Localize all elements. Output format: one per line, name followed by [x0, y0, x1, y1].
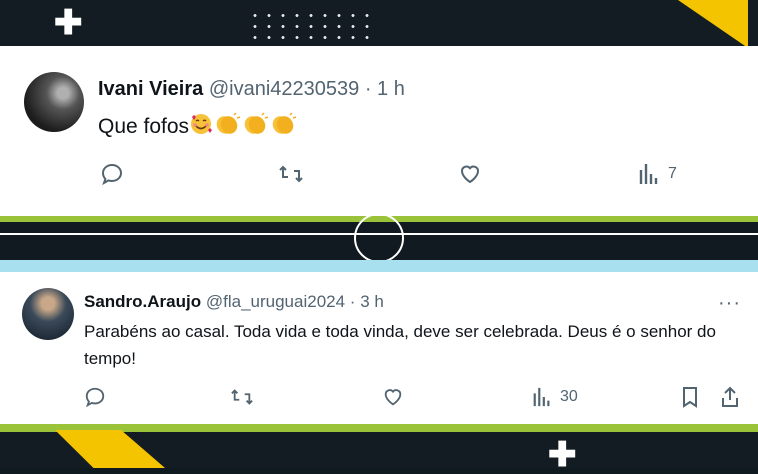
author-name[interactable]: Ivani Vieira [98, 78, 203, 100]
smiling-face-with-hearts-icon [189, 112, 213, 142]
separator-dot: · [349, 292, 356, 311]
clapping-hands-icon [241, 112, 269, 142]
repost-icon [279, 165, 303, 183]
timestamp[interactable]: 3 h [360, 292, 384, 311]
repost-button[interactable] [278, 162, 304, 186]
plus-decoration-bottom: ✚ [548, 436, 577, 474]
views-chart-icon [639, 164, 658, 184]
clapping-hands-icon [269, 112, 297, 142]
heart-icon [460, 165, 480, 184]
reply-button[interactable] [100, 162, 124, 186]
reply-icon [101, 163, 123, 186]
views-button[interactable]: 7 [638, 162, 677, 186]
repost-button[interactable] [230, 386, 254, 408]
dot-pattern [248, 10, 376, 44]
avatar[interactable] [22, 288, 74, 340]
heart-icon [384, 389, 402, 406]
clapping-hands-icon [213, 112, 241, 142]
timestamp[interactable]: 1 h [377, 78, 405, 100]
reply-icon [85, 387, 105, 408]
repost-icon [231, 389, 253, 405]
views-chart-icon [533, 387, 550, 407]
tweet-text: Que fofos [98, 112, 297, 142]
share-icon [722, 386, 738, 407]
bookmark-button[interactable] [680, 386, 700, 408]
tweet-header: Ivani Vieira @ivani42230539 · 1 h [98, 78, 405, 101]
author-handle[interactable]: @ivani42230539 [209, 78, 359, 100]
like-button[interactable] [382, 386, 404, 408]
more-options-button[interactable]: ··· [718, 292, 741, 315]
avatar[interactable] [24, 72, 84, 132]
tweet-header: Sandro.Araujo @fla_uruguai2024 · 3 h [84, 292, 384, 312]
separator-dot: · [364, 78, 372, 100]
plus-decoration: ✚ [54, 4, 83, 42]
background-top-strip [0, 0, 758, 48]
tweet-text: Parabéns ao casal. Toda vida e toda vind… [84, 322, 716, 368]
bookmark-icon [683, 387, 697, 408]
reply-button[interactable] [84, 386, 106, 408]
author-name[interactable]: Sandro.Araujo [84, 292, 201, 311]
like-button[interactable] [458, 162, 482, 186]
share-button[interactable] [720, 386, 740, 408]
author-handle[interactable]: @fla_uruguai2024 [206, 292, 345, 311]
views-count: 30 [560, 388, 578, 405]
tweet-body: Que fofos [98, 115, 190, 138]
views-count: 7 [668, 165, 677, 182]
yellow-stripe-decoration [678, 0, 748, 48]
tweet-card[interactable]: Sandro.Araujo @fla_uruguai2024 · 3 h ···… [0, 272, 758, 424]
tweet-card[interactable]: Ivani Vieira @ivani42230539 · 1 h Que fo… [0, 46, 758, 216]
views-button[interactable]: 30 [532, 386, 578, 408]
center-circle-decoration [354, 213, 404, 263]
